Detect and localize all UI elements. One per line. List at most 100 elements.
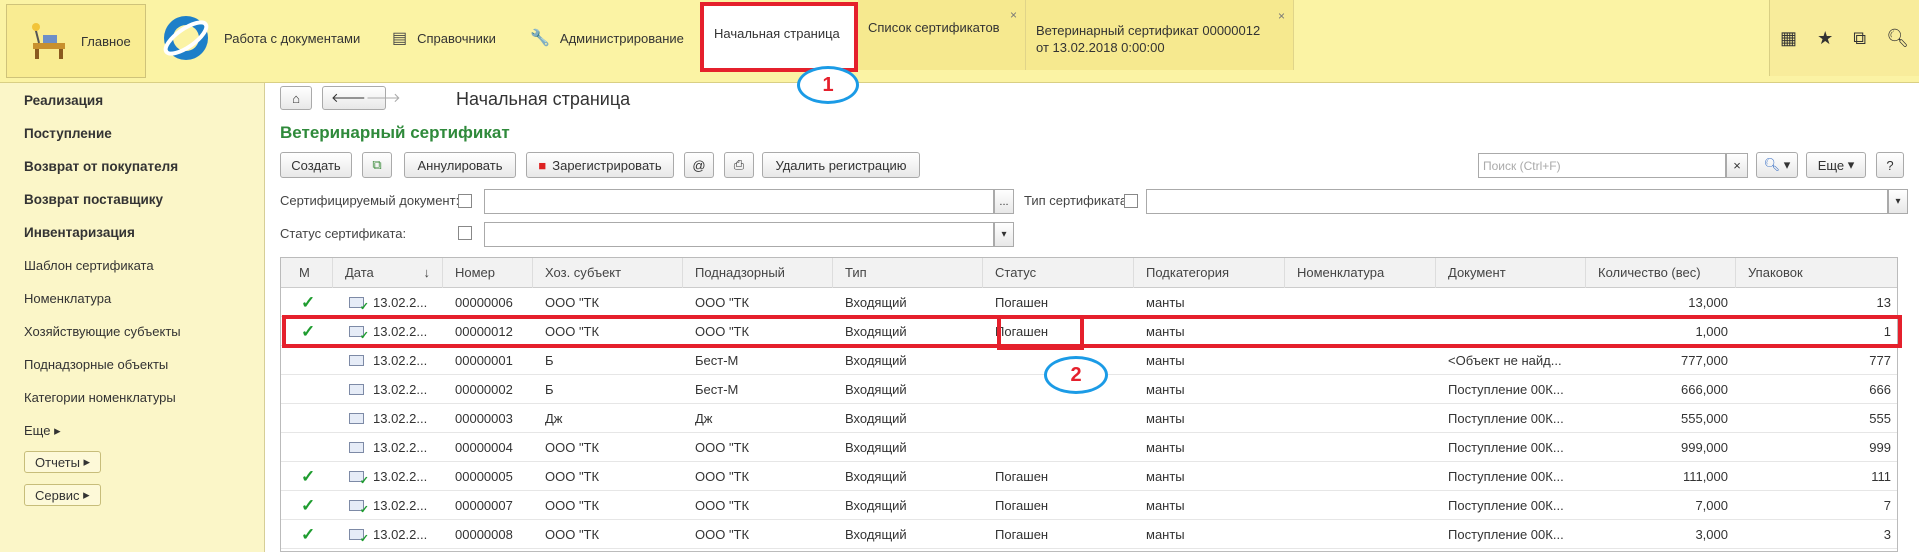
cell-sub: манты <box>1146 353 1185 368</box>
table-row[interactable]: ✓ 13.02.2... 00000008 ООО "ТК ООО "ТК Входящи… <box>281 520 1897 549</box>
cell-doc <box>1436 317 1586 346</box>
email-button[interactable]: @ <box>684 152 714 178</box>
cell-status: Погашен <box>995 324 1049 339</box>
cert-doc-field[interactable] <box>484 189 994 214</box>
sidebar-item-sales[interactable]: Реализация <box>24 93 103 108</box>
help-button[interactable]: ? <box>1876 152 1904 178</box>
col-quantity[interactable]: Количество (вес) <box>1586 258 1736 288</box>
col-status[interactable]: Статус <box>983 258 1134 288</box>
tab-certificate-list[interactable]: Список сертификатов × <box>858 0 1026 70</box>
col-nomenclature[interactable]: Номенклатура <box>1285 258 1436 288</box>
certificates-table: М Дата ↓ Номер Хоз. субъект Поднадзорный … <box>280 257 1898 552</box>
cell-doc: Поступление 00К... <box>1448 440 1564 455</box>
close-icon[interactable]: × <box>1010 8 1017 22</box>
forward-arrow-icon[interactable]: 🡒 <box>366 90 401 106</box>
table-row[interactable]: 13.02.2... 00000004 ООО "ТК ООО "ТК Входящий… <box>281 433 1897 462</box>
col-supervised[interactable]: Поднадзорный <box>683 258 833 288</box>
cert-doc-label: Сертифицируемый документ: <box>280 193 460 208</box>
annul-button[interactable]: Аннулировать <box>404 152 516 178</box>
star-icon[interactable]: ★ <box>1817 28 1833 49</box>
cell-sub: манты <box>1146 382 1185 397</box>
sort-down-icon: ↓ <box>423 265 431 280</box>
copy-icon: ⧉ <box>372 157 382 172</box>
row-mark-check: ✓ <box>301 467 316 486</box>
cell-num: 00000003 <box>455 411 513 426</box>
tab-home-page[interactable]: Начальная страница <box>700 2 858 72</box>
search-options-button[interactable]: 🔍︎ ▾ <box>1756 152 1798 178</box>
col-packages[interactable]: Упаковок <box>1736 258 1897 288</box>
cell-subj: Дж <box>545 411 563 426</box>
cell-packages: 7 <box>1883 498 1891 513</box>
row-mark-check <box>281 404 333 433</box>
home-section-button[interactable]: Главное <box>6 4 146 78</box>
cell-quantity: 777,000 <box>1681 353 1728 368</box>
section-documents[interactable]: Работа с документами <box>224 0 360 76</box>
cell-sup: Бест-М <box>695 353 739 368</box>
cell-sup: Бест-М <box>695 382 739 397</box>
search-icon[interactable]: 🔍︎ <box>1886 28 1909 49</box>
copy-button[interactable]: ⧉ <box>362 152 392 178</box>
col-date[interactable]: Дата ↓ <box>333 258 443 288</box>
sidebar-item-supplier-return[interactable]: Возврат поставщику <box>24 192 163 207</box>
col-type[interactable]: Тип <box>833 258 983 288</box>
delete-registration-button[interactable]: Удалить регистрацию <box>762 152 920 178</box>
create-button[interactable]: Создать <box>280 152 352 178</box>
home-button[interactable]: ⌂ <box>280 86 312 110</box>
more-button[interactable]: Еще ▾ <box>1806 152 1866 178</box>
cert-status-checkbox[interactable] <box>458 226 472 240</box>
sidebar-item-supervised-objects[interactable]: Поднадзорные объекты <box>24 357 168 372</box>
cell-num: 00000008 <box>455 527 513 542</box>
table-row[interactable]: ✓ 13.02.2... 00000005 ООО "ТК ООО "ТК Входящи… <box>281 462 1897 491</box>
history-icon[interactable]: ⧉ <box>1853 28 1866 49</box>
table-row[interactable]: ✓ 13.02.2... 00000007 ООО "ТК ООО "ТК Входящи… <box>281 491 1897 520</box>
print-button[interactable]: ⎙ <box>724 152 754 178</box>
cell-packages: 666 <box>1869 382 1891 397</box>
cell-type: Входящий <box>845 353 907 368</box>
cert-type-checkbox[interactable] <box>1124 194 1138 208</box>
sidebar-item-more[interactable]: Еще ▸ <box>24 423 61 439</box>
cell-type: Входящий <box>845 440 907 455</box>
close-icon[interactable]: × <box>1278 8 1285 25</box>
cert-status-field[interactable] <box>484 222 994 247</box>
cell-nom <box>1285 346 1436 375</box>
cell-status <box>983 404 1134 433</box>
table-row[interactable]: 13.02.2... 00000003 Дж Дж Входящий манты Посту… <box>281 404 1897 433</box>
search-input[interactable]: Поиск (Ctrl+F) <box>1478 153 1726 178</box>
col-number[interactable]: Номер <box>443 258 533 288</box>
clear-search-button[interactable]: × <box>1726 153 1748 178</box>
sidebar-item-inventory[interactable]: Инвентаризация <box>24 225 135 240</box>
sidebar-item-business-entities[interactable]: Хозяйствующие субъекты <box>24 324 181 339</box>
col-subcategory[interactable]: Подкатегория <box>1134 258 1285 288</box>
sidebar-item-nomenclature[interactable]: Номенклатура <box>24 291 111 306</box>
cell-doc: Поступление 00К... <box>1448 469 1564 484</box>
table-row[interactable]: ✓ 13.02.2... 00000006 ООО "ТК ООО "ТК Входящи… <box>281 288 1897 317</box>
close-icon: × <box>1733 158 1741 173</box>
section-references[interactable]: ▤ Справочники <box>392 0 496 76</box>
register-button[interactable]: ■ Зарегистрировать <box>526 152 674 178</box>
sidebar-item-certificate-template[interactable]: Шаблон сертификата <box>24 258 154 273</box>
cell-subj: ООО "ТК <box>545 295 600 310</box>
sidebar-item-nomenclature-categories[interactable]: Категории номенклатуры <box>24 390 176 405</box>
cert-doc-checkbox[interactable] <box>458 194 472 208</box>
service-button[interactable]: Сервис ▸ <box>24 484 101 506</box>
cert-type-dropdown[interactable]: ▾ <box>1888 189 1908 214</box>
reports-button[interactable]: Отчеты ▸ <box>24 451 102 473</box>
sidebar-item-customer-return[interactable]: Возврат от покупателя <box>24 159 178 174</box>
table-header: М Дата ↓ Номер Хоз. субъект Поднадзорный … <box>281 258 1897 288</box>
row-mark-check <box>281 375 333 404</box>
cell-date: 13.02.2... <box>373 353 428 368</box>
back-arrow-icon[interactable]: 🡐 <box>331 90 366 106</box>
cert-type-field[interactable] <box>1146 189 1888 214</box>
tab-vet-certificate[interactable]: Ветеринарный сертификат 00000012 от 13.0… <box>1026 0 1294 70</box>
cert-doc-select-button[interactable]: ... <box>994 189 1014 214</box>
section-administration[interactable]: 🔧 Администрирование <box>530 0 684 76</box>
col-document[interactable]: Документ <box>1436 258 1586 288</box>
sidebar-item-receipt[interactable]: Поступление <box>24 126 112 141</box>
cell-packages: 13 <box>1876 295 1891 310</box>
table-row[interactable]: ✓ 13.02.2... 00000012 ООО "ТК ООО "ТК Входящи… <box>281 317 1897 346</box>
cell-num: 00000006 <box>455 295 513 310</box>
apps-icon[interactable]: ▦ <box>1780 28 1797 49</box>
cert-status-dropdown[interactable]: ▾ <box>994 222 1014 247</box>
col-mark[interactable]: М <box>281 258 333 288</box>
col-business-entity[interactable]: Хоз. субъект <box>533 258 683 288</box>
